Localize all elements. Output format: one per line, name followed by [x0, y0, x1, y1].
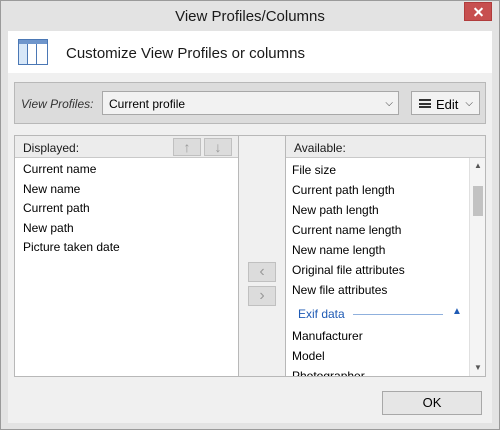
group-label: Exif data — [298, 307, 345, 321]
displayed-header-label: Displayed: — [23, 141, 80, 155]
displayed-header: Displayed: ↑ ↓ — [15, 136, 238, 158]
list-item[interactable]: Photographer — [286, 366, 485, 376]
profile-select-value: Current profile — [109, 97, 186, 111]
list-item[interactable]: Original file attributes — [286, 260, 485, 280]
chevron-right-icon[interactable]: › — [248, 286, 276, 306]
list-item[interactable]: Manufacturer — [286, 326, 485, 346]
arrow-up-icon[interactable]: ↑ — [173, 138, 201, 156]
list-item[interactable]: Current path — [15, 199, 238, 219]
scroll-thumb[interactable] — [473, 186, 483, 216]
scroll-down-icon[interactable]: ▼ — [470, 360, 486, 376]
list-item[interactable]: Current path length — [286, 180, 485, 200]
list-item[interactable]: New path — [15, 219, 238, 239]
list-item[interactable]: Current name length — [286, 220, 485, 240]
title-bar: View Profiles/Columns — [1, 1, 499, 31]
list-item[interactable]: File size — [286, 160, 485, 180]
available-scrollbar[interactable]: ▲ ▼ — [469, 158, 485, 376]
window-title: View Profiles/Columns — [175, 8, 325, 25]
dialog-window: View Profiles/Columns Customize View Pro… — [0, 0, 500, 430]
chevron-up-icon[interactable]: ▲ — [452, 306, 462, 317]
list-item[interactable]: New file attributes — [286, 280, 485, 300]
list-item[interactable]: New path length — [286, 200, 485, 220]
close-icon[interactable] — [464, 2, 492, 21]
chevron-left-icon[interactable]: ‹ — [248, 262, 276, 282]
available-list[interactable]: Available: File size Current path length… — [285, 136, 485, 376]
available-items: File size Current path length New path l… — [286, 160, 485, 300]
chevron-down-icon: ⌵ — [465, 98, 473, 109]
profiles-label: View Profiles: — [21, 97, 94, 111]
available-items-exif: Manufacturer Model Photographer — [286, 326, 485, 376]
profiles-panel: View Profiles: Current profile ⌵ Edit ⌵ — [14, 82, 486, 124]
columns-icon — [18, 39, 48, 65]
list-item[interactable]: Model — [286, 346, 485, 366]
edit-button-label: Edit — [436, 97, 459, 112]
dialog-client: Customize View Profiles or columns View … — [8, 31, 492, 423]
header-strip: Customize View Profiles or columns — [8, 31, 492, 73]
group-divider — [353, 314, 443, 315]
group-exif[interactable]: Exif data ▲ — [286, 300, 485, 326]
lists-area: Displayed: ↑ ↓ Current name New name Cur… — [14, 135, 486, 377]
profile-select[interactable]: Current profile ⌵ — [102, 91, 399, 115]
ok-button[interactable]: OK — [382, 391, 482, 415]
displayed-list[interactable]: Displayed: ↑ ↓ Current name New name Cur… — [15, 136, 239, 376]
chevron-down-icon: ⌵ — [385, 98, 393, 109]
arrow-down-icon[interactable]: ↓ — [204, 138, 232, 156]
list-item[interactable]: Picture taken date — [15, 238, 238, 258]
displayed-items: Current name New name Current path New p… — [15, 160, 238, 258]
scroll-up-icon[interactable]: ▲ — [470, 158, 486, 174]
edit-button[interactable]: Edit ⌵ — [411, 91, 480, 115]
available-header: Available: — [286, 136, 485, 158]
header-text: Customize View Profiles or columns — [66, 45, 305, 62]
list-item[interactable]: New name — [15, 180, 238, 200]
hamburger-icon — [419, 99, 431, 108]
list-item[interactable]: Current name — [15, 160, 238, 180]
available-header-label: Available: — [294, 141, 346, 155]
list-item[interactable]: New name length — [286, 240, 485, 260]
